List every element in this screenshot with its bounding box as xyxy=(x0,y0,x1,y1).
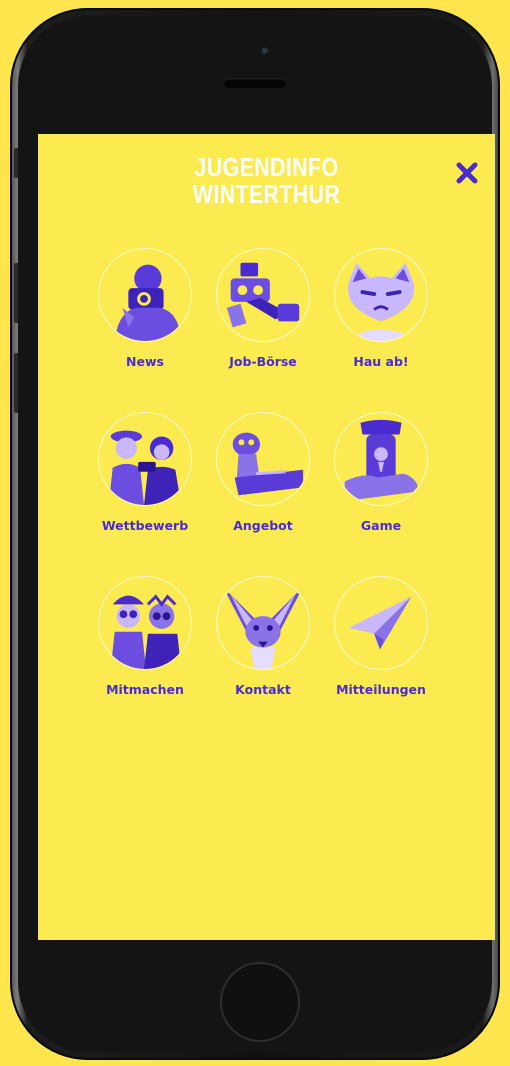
app-title: JUGENDINFO WINTERTHUR xyxy=(79,154,454,208)
menu-item-news[interactable]: News xyxy=(80,248,210,388)
menu-item-label: Angebot xyxy=(233,518,293,533)
earpiece-speaker xyxy=(223,78,287,88)
robot-icon xyxy=(216,248,310,342)
close-icon xyxy=(456,162,478,184)
paper-plane-icon xyxy=(334,576,428,670)
front-camera xyxy=(261,47,270,56)
app-title-line2: WINTERTHUR xyxy=(192,179,341,209)
close-button[interactable] xyxy=(454,160,480,186)
menu-item-label: Wettbewerb xyxy=(101,518,189,533)
phone-hand-icon xyxy=(334,412,428,506)
ferret-icon xyxy=(216,412,310,506)
menu-item-kontakt[interactable]: Kontakt xyxy=(198,576,328,716)
photographer-icon xyxy=(98,248,192,342)
menu-item-wettbewerb[interactable]: Wettbewerb xyxy=(80,412,210,552)
app-screen: JUGENDINFO WINTERTHUR News Job-Börse Hau… xyxy=(38,134,495,940)
menu-item-label: Job-Börse xyxy=(229,354,297,369)
menu-item-game[interactable]: Game xyxy=(316,412,446,552)
home-button[interactable] xyxy=(220,962,300,1042)
app-title-line1: JUGENDINFO xyxy=(194,152,339,182)
menu-item-hau-ab[interactable]: Hau ab! xyxy=(316,248,446,388)
fennec-fox-icon xyxy=(216,576,310,670)
menu-item-label: News xyxy=(126,354,164,369)
menu-item-mitmachen[interactable]: Mitmachen xyxy=(80,576,210,716)
stage: JUGENDINFO WINTERTHUR News Job-Börse Hau… xyxy=(0,0,510,1066)
costume-people-icon xyxy=(98,576,192,670)
menu-item-label: Mitmachen xyxy=(106,682,184,697)
menu-item-label: Kontakt xyxy=(235,682,291,697)
menu-item-angebot[interactable]: Angebot xyxy=(198,412,328,552)
menu-item-mitteilungen[interactable]: Mitteilungen xyxy=(316,576,446,716)
menu-item-job-boerse[interactable]: Job-Börse xyxy=(198,248,328,388)
menu-item-label: Mitteilungen xyxy=(336,682,426,697)
people-icon xyxy=(98,412,192,506)
menu-item-label: Hau ab! xyxy=(353,354,409,369)
menu-item-label: Game xyxy=(360,518,402,533)
grumpy-cat-icon xyxy=(334,248,428,342)
